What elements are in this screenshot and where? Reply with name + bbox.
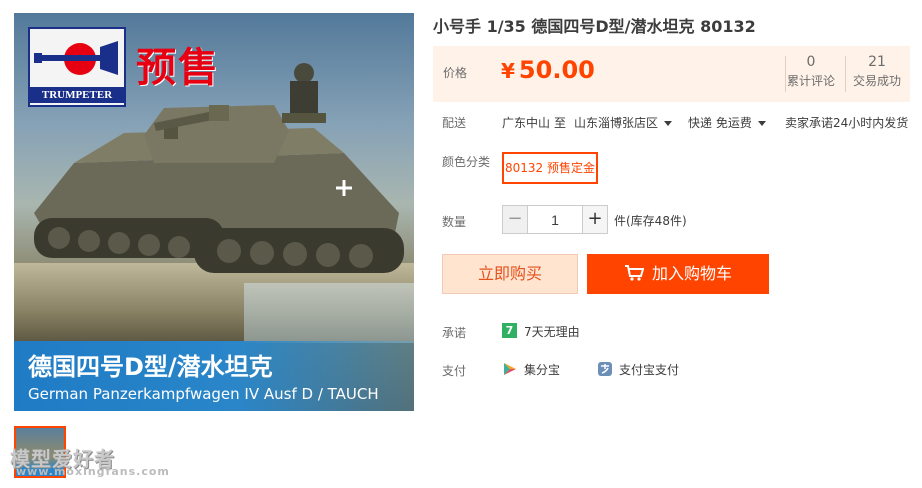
sku-label: 颜色分类 [442, 155, 491, 169]
price-amount: 50.00 [518, 56, 595, 84]
seven-day-icon: 7 [502, 323, 517, 338]
ship-from: 广东中山 [502, 116, 551, 130]
destination-text: 山东淄博张店区 [574, 116, 659, 130]
jifenbao-icon [504, 363, 516, 375]
quantity-minus-button[interactable]: − [502, 205, 528, 234]
price-panel: 价格 ¥50.00 0 累计评论 21 交易成功 [433, 46, 910, 102]
brand-name: TRUMPETER [30, 87, 124, 103]
ship-promise: 卖家承诺24小时内发货 [785, 116, 909, 130]
add-to-cart-button[interactable]: 加入购物车 [587, 254, 769, 294]
ship-to-word: 至 [554, 116, 567, 130]
review-stat[interactable]: 0 累计评论 [785, 54, 837, 89]
sales-stat[interactable]: 21 交易成功 [851, 54, 903, 89]
review-label: 累计评论 [786, 74, 835, 88]
alipay-icon [598, 362, 612, 376]
shipping-method-select[interactable]: 快递 免运费 [688, 114, 766, 131]
promise-text[interactable]: 7天无理由 [524, 323, 580, 340]
payment-method-jifenbao[interactable]: 集分宝 [524, 361, 560, 378]
chevron-down-icon [757, 121, 766, 126]
cart-icon [624, 265, 644, 281]
shipping-method-text: 快递 免运费 [688, 116, 752, 130]
product-main-image[interactable]: TRUMPETER 预售 德国四号D型/潜水坦克 German Panzerka… [14, 13, 414, 411]
presale-badge: 预售 [136, 45, 220, 91]
sales-label: 交易成功 [852, 74, 901, 88]
sku-option[interactable]: 80132 预售定金 [502, 152, 598, 184]
chevron-down-icon [664, 121, 673, 126]
buy-now-button[interactable]: 立即购买 [442, 254, 578, 294]
add-to-cart-label: 加入购物车 [651, 264, 732, 283]
site-watermark: 模型爱好者 www.moxingfans.com [10, 443, 169, 483]
image-banner: 德国四号D型/潜水坦克 German Panzerkampfwagen IV A… [14, 341, 414, 411]
banner-title-cn: 德国四号D型/潜水坦克 [28, 353, 273, 381]
product-title: 小号手 1/35 德国四号D型/潜水坦克 80132 [433, 17, 756, 36]
currency-symbol: ¥ [501, 59, 515, 83]
trumpeter-logo: TRUMPETER [28, 27, 126, 107]
payment-label: 支付 [442, 364, 467, 378]
payment-method-alipay[interactable]: 支付宝支付 [619, 361, 679, 378]
banner-title-en: German Panzerkampfwagen IV Ausf D / TAUC… [28, 385, 379, 403]
trumpet-icon [34, 41, 118, 75]
destination-select[interactable]: 山东淄博张店区 [574, 114, 673, 131]
quantity-label: 数量 [442, 215, 467, 229]
price-value: ¥50.00 [501, 56, 595, 84]
watermark-url: www.moxingfans.com [16, 465, 170, 478]
sales-count: 21 [868, 54, 886, 70]
review-count: 0 [806, 54, 816, 70]
promise-label: 承诺 [442, 326, 467, 340]
stat-divider [845, 56, 846, 92]
price-label: 价格 [443, 66, 468, 80]
stock-info: 件(库存48件) [614, 214, 687, 228]
quantity-plus-button[interactable]: + [582, 205, 608, 234]
quantity-input[interactable] [528, 205, 582, 234]
shipping-label: 配送 [442, 116, 467, 130]
